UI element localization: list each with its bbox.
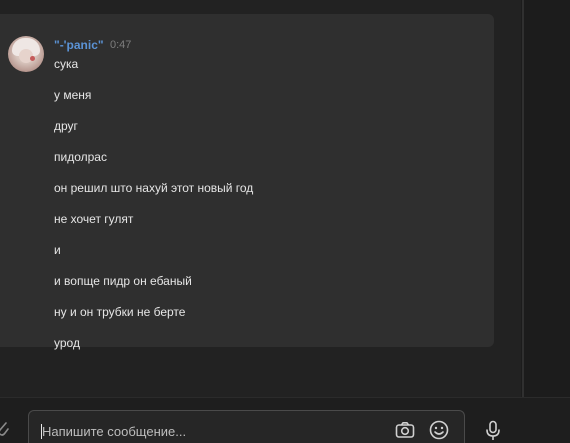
avatar[interactable]	[8, 36, 44, 72]
chat-window: "-'panic" 0:47 сука у меня друг пидолрас…	[0, 0, 570, 443]
message-line: пидолрас	[54, 150, 107, 164]
message-line: урод	[54, 336, 80, 350]
message-line: не хочет гулят	[54, 212, 134, 226]
emoji-button[interactable]	[428, 419, 450, 441]
author-name[interactable]: "-'panic"	[54, 38, 104, 52]
message-group[interactable]: "-'panic" 0:47 сука у меня друг пидолрас…	[0, 14, 494, 350]
message-line: ну и он трубки не берте	[54, 305, 186, 319]
avatar-accent-shape	[30, 56, 35, 61]
attach-button[interactable]	[0, 420, 10, 438]
voice-message-button[interactable]	[482, 419, 504, 441]
message-line: сука	[54, 57, 79, 71]
scrollbar-area[interactable]	[521, 0, 570, 397]
message-timestamp: 0:47	[110, 39, 132, 51]
message-line: друг	[54, 119, 78, 133]
text-caret	[41, 424, 42, 439]
camera-icon	[395, 422, 415, 438]
message-line: он решил што нахуй этот новый год	[54, 181, 254, 195]
message-input[interactable]	[39, 422, 372, 440]
message-history: "-'panic" 0:47 сука у меня друг пидолрас…	[0, 0, 521, 397]
microphone-icon	[486, 420, 500, 440]
message-line: и	[54, 243, 61, 257]
smiley-icon	[429, 420, 449, 440]
camera-button[interactable]	[394, 419, 416, 441]
message-line: и вопще пидр он ебаный	[54, 274, 192, 288]
paperclip-icon	[0, 422, 9, 436]
scrollbar-track[interactable]	[522, 0, 524, 397]
message-line: у меня	[54, 88, 92, 102]
